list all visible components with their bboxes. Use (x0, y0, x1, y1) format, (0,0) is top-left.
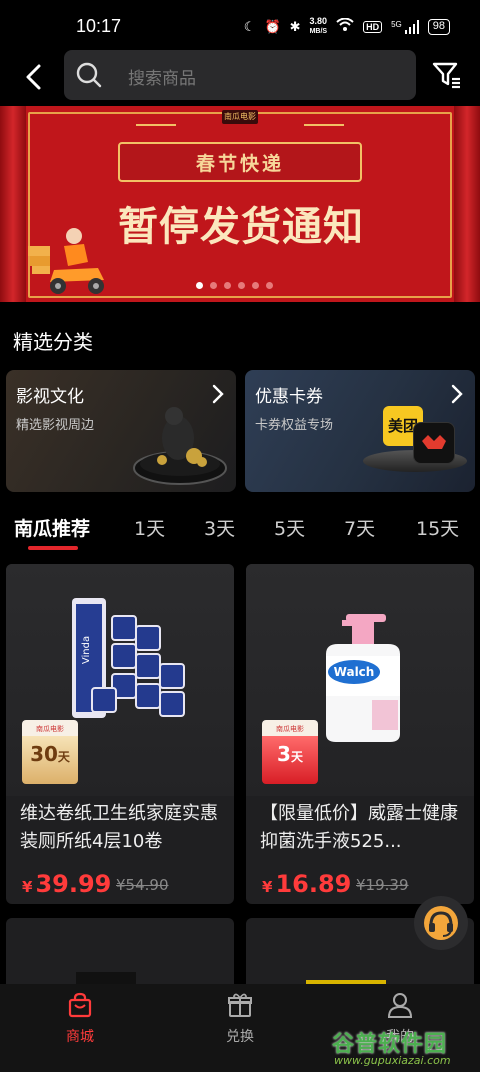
product-name: 【限量低价】威露士健康抑菌洗手液525... (260, 803, 458, 852)
bluetooth-icon: ✱ (289, 18, 301, 34)
tab-7-day[interactable]: 7天 (344, 514, 375, 541)
currency-symbol: ¥ (262, 878, 273, 896)
tab-active-indicator (28, 546, 78, 550)
category-desc: 卡券权益专场 (255, 418, 334, 433)
user-icon (387, 993, 413, 1018)
banner-decoration-right (454, 106, 480, 302)
product-old-price: ¥19.39 (356, 876, 409, 894)
delivery-scooter-icon (28, 228, 104, 294)
chevron-left-icon (26, 64, 41, 90)
battery-indicator: 98 (427, 18, 450, 35)
search-placeholder: 搜索商品 (128, 69, 196, 89)
carousel-dot[interactable] (238, 282, 245, 289)
nav-mall[interactable]: 商城 (30, 992, 130, 1046)
badge-logo: 南瓜电影 (36, 725, 64, 733)
signal-label: 5G (391, 19, 402, 29)
badge-unit: 天 (57, 750, 70, 764)
nav-label: 兑换 (226, 1029, 254, 1045)
product-old-price: ¥54.90 (116, 876, 169, 894)
rental-days-badge: 南瓜电影 3天 (262, 720, 318, 784)
carousel-dot[interactable] (196, 282, 203, 289)
product-brand-text: Walch (334, 665, 375, 679)
badge-days: 3 (277, 742, 291, 766)
search-input[interactable]: 搜索商品 (64, 50, 416, 100)
banner-logo: 南瓜电影 (222, 110, 258, 124)
banner-decoration-left (0, 106, 26, 302)
tab-1-day[interactable]: 1天 (134, 514, 165, 541)
product-card[interactable]: Vinda 南瓜电影 30天 维达卷纸卫生纸家庭实惠装厕所纸4层10卷 ¥39.… (6, 564, 234, 904)
banner-divider-right (304, 124, 344, 126)
status-bar: 10:17 ☾ ⏰ ✱ 3.80 MB/S HD 5G 98 (0, 0, 480, 48)
back-button[interactable] (16, 60, 50, 94)
nav-label: 商城 (66, 1029, 94, 1045)
moon-icon: ☾ (243, 18, 256, 34)
promo-banner[interactable]: 南瓜电影 春节快递 暂停发货通知 (0, 106, 480, 302)
tab-5-day[interactable]: 5天 (274, 514, 305, 541)
category-title: 影视文化 (16, 387, 84, 407)
banner-divider-left (136, 124, 176, 126)
headset-icon (424, 906, 458, 940)
rental-days-badge: 南瓜电影 30天 (22, 720, 78, 784)
carousel-dot[interactable] (224, 282, 231, 289)
tab-15-day[interactable]: 15天 (416, 514, 459, 541)
status-icons: ☾ ⏰ ✱ 3.80 MB/S HD 5G 98 (244, 17, 450, 36)
customer-service-button[interactable] (414, 896, 468, 950)
category-title: 优惠卡券 (255, 387, 323, 407)
carousel-dot[interactable] (266, 282, 273, 289)
badge-text: 3天 (262, 742, 318, 766)
product-price: ¥16.89 (262, 870, 351, 898)
pumpkin-app-icon (413, 422, 455, 464)
tab-bar: 南瓜推荐 1天 3天 5天 7天 15天 (0, 508, 480, 552)
banner-subtitle: 春节快递 (195, 152, 284, 175)
category-card-coupon[interactable]: 优惠卡券 卡券权益专场 美团 (245, 370, 475, 492)
banner-title: 暂停发货通知 (118, 204, 364, 250)
price-value: 16.89 (275, 870, 352, 898)
carousel-dot[interactable] (252, 282, 259, 289)
tissue-pack-image: Vinda (72, 598, 185, 718)
product-card[interactable]: Walch 南瓜电影 3天 【限量低价】威露士健康抑菌洗手液525... ¥16… (246, 564, 474, 904)
filter-button[interactable] (430, 58, 464, 92)
wifi-icon (336, 17, 354, 35)
hand-soap-image: Walch (326, 614, 400, 742)
product-brand-text: Vinda (81, 636, 92, 664)
carousel-dot[interactable] (210, 282, 217, 289)
tab-3-day[interactable]: 3天 (204, 514, 235, 541)
carousel-dots (196, 282, 273, 289)
net-speed-unit: MB/S (309, 28, 328, 35)
nav-exchange[interactable]: 兑换 (190, 992, 290, 1046)
section-title: 精选分类 (13, 330, 93, 354)
category-card-film[interactable]: 影视文化 精选影视周边 (6, 370, 236, 492)
net-speed: 3.80 MB/S (310, 17, 328, 36)
category-desc: 精选影视周边 (16, 418, 95, 433)
watermark: 谷普软件园 www.gupuxiazai.com (332, 1026, 476, 1068)
gift-icon (228, 993, 252, 1017)
watermark-url: www.gupuxiazai.com (334, 1054, 451, 1067)
product-image: Vinda 南瓜电影 30天 (6, 564, 234, 796)
filter-icon (432, 62, 460, 89)
product-price: ¥39.99 (22, 870, 111, 898)
shopping-bag-icon (68, 992, 92, 1018)
badge-text: 30天 (22, 742, 78, 766)
badge-days: 30 (30, 742, 58, 766)
price-value: 39.99 (35, 870, 112, 898)
alarm-icon: ⏰ (264, 18, 281, 34)
figurine-image (133, 407, 227, 485)
status-time: 10:17 (76, 16, 122, 36)
badge-unit: 天 (290, 750, 303, 764)
tab-recommend[interactable]: 南瓜推荐 (14, 514, 90, 541)
signal-icon: 5G (391, 19, 419, 34)
badge-logo: 南瓜电影 (276, 725, 304, 733)
banner-subtitle-box: 春节快递 (118, 142, 362, 182)
search-icon (76, 62, 102, 88)
product-name: 维达卷纸卫生纸家庭实惠装厕所纸4层10卷 (20, 803, 218, 852)
hd-badge: HD (363, 20, 383, 33)
net-speed-value: 3.80 (309, 16, 328, 26)
chevron-right-icon (451, 384, 463, 404)
top-bar: 搜索商品 (0, 48, 480, 104)
currency-symbol: ¥ (22, 878, 33, 896)
product-image: Walch 南瓜电影 3天 (246, 564, 474, 796)
